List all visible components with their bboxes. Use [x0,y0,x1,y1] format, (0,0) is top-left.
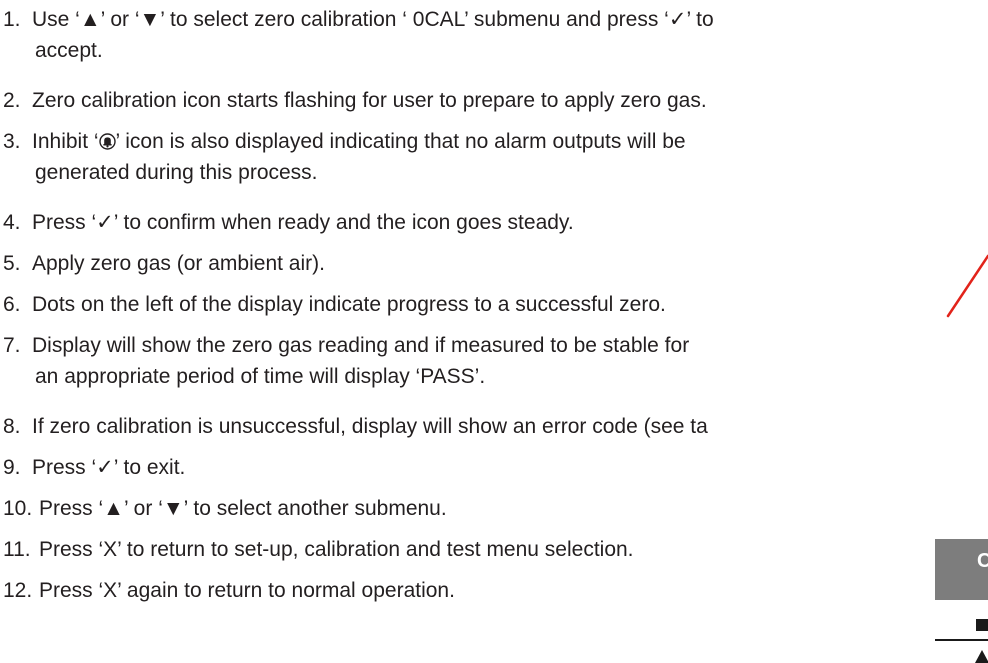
red-pointer-line [946,254,988,318]
up-triangle-icon [975,650,988,663]
side-panel-label: C [977,550,988,572]
side-panel-header: C [935,539,988,600]
divider [935,639,988,641]
square-icon [976,619,988,631]
callout-pointer-line [946,254,988,318]
